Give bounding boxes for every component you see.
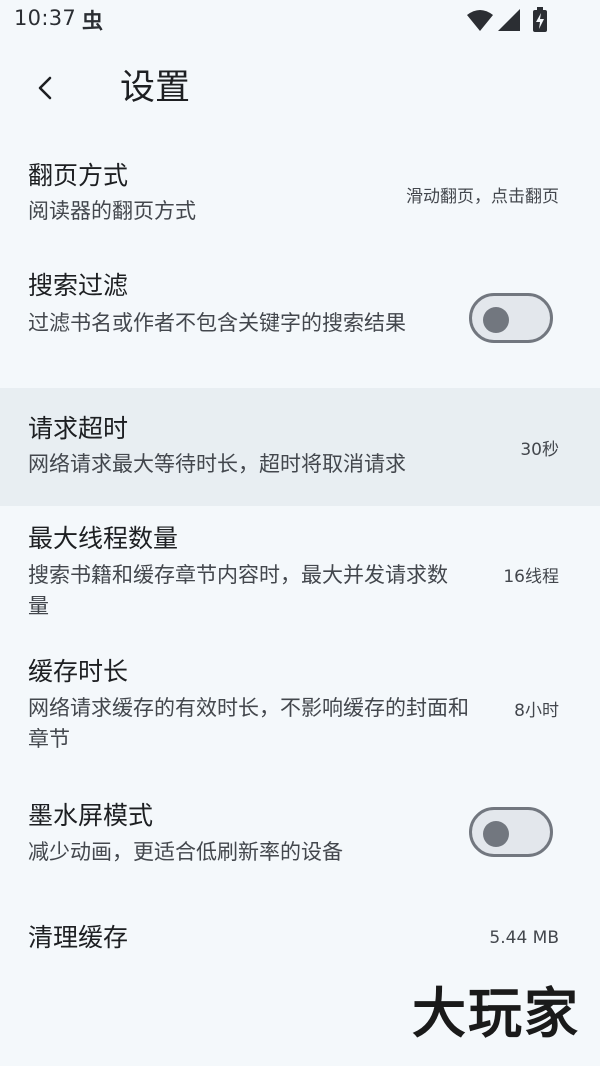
toggle-knob	[483, 821, 509, 847]
setting-value: 滑动翻页，点击翻页	[406, 187, 559, 207]
setting-cache-duration[interactable]: 缓存时长 网络请求缓存的有效时长，不影响缓存的封面和章节 8小时	[0, 640, 600, 778]
setting-page-turn-mode[interactable]: 翻页方式 阅读器的翻页方式 滑动翻页，点击翻页	[0, 140, 600, 244]
setting-description: 网络请求最大等待时长，超时将取消请求	[28, 452, 406, 476]
setting-description: 减少动画，更适合低刷新率的设备	[28, 840, 343, 864]
setting-title: 清理缓存	[28, 923, 129, 952]
wifi-icon	[467, 10, 493, 31]
toggle-knob	[483, 307, 509, 333]
setting-eink-mode[interactable]: 墨水屏模式 减少动画，更适合低刷新率的设备	[0, 778, 600, 890]
app-bar: 设置	[0, 40, 600, 136]
search-filter-toggle[interactable]	[469, 293, 553, 343]
watermark-logo: 大玩家	[412, 982, 580, 1045]
setting-value: 16线程	[503, 567, 559, 587]
page-title: 设置	[120, 68, 191, 108]
chevron-left-icon	[38, 76, 52, 100]
status-time: 10:37	[14, 6, 77, 30]
setting-description: 搜索书籍和缓存章节内容时，最大并发请求数量	[28, 563, 448, 618]
setting-value: 5.44 MB	[489, 928, 559, 948]
debug-icon: 虫	[82, 9, 103, 33]
setting-title: 最大线程数量	[28, 524, 179, 553]
setting-max-threads[interactable]: 最大线程数量 搜索书籍和缓存章节内容时，最大并发请求数量 16线程	[0, 506, 600, 640]
setting-title: 翻页方式	[28, 161, 129, 190]
battery-charging-icon	[533, 7, 547, 32]
eink-mode-toggle[interactable]	[469, 807, 553, 857]
setting-title: 请求超时	[28, 414, 129, 443]
setting-description: 过滤书名或作者不包含关键字的搜索结果	[28, 311, 406, 335]
setting-request-timeout[interactable]: 请求超时 网络请求最大等待时长，超时将取消请求 30秒	[0, 388, 600, 506]
status-bar: 10:37 虫	[0, 0, 600, 40]
cellular-signal-icon	[498, 9, 520, 31]
setting-search-filter[interactable]: 搜索过滤 过滤书名或作者不包含关键字的搜索结果	[0, 244, 600, 388]
status-icons	[466, 7, 556, 33]
back-button[interactable]	[20, 62, 72, 114]
setting-title: 墨水屏模式	[28, 801, 154, 830]
setting-description: 网络请求缓存的有效时长，不影响缓存的封面和章节	[28, 696, 469, 751]
setting-title: 搜索过滤	[28, 271, 129, 300]
setting-title: 缓存时长	[28, 657, 129, 686]
setting-value: 30秒	[520, 440, 559, 460]
setting-value: 8小时	[514, 701, 559, 721]
